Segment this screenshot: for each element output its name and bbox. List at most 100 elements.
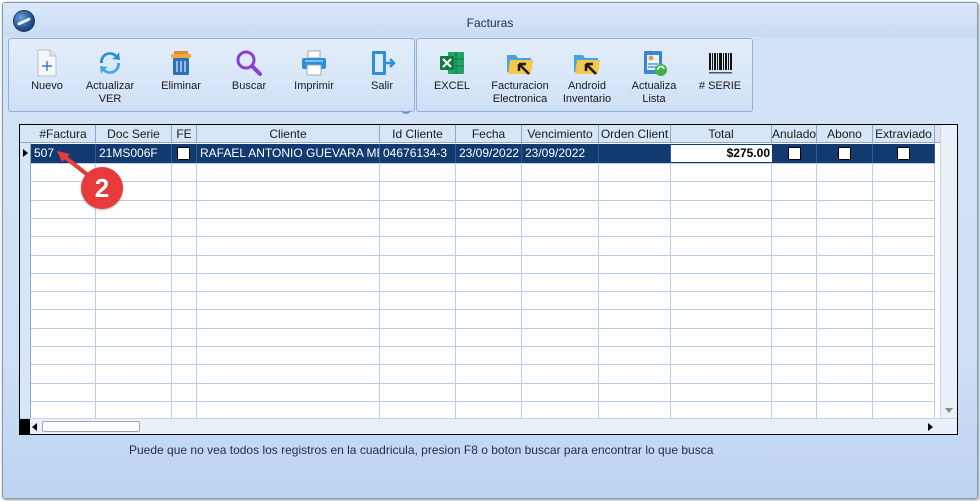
new-document-icon — [37, 49, 57, 77]
col-header-fe[interactable]: FE — [172, 125, 197, 143]
grid-row-line — [31, 236, 935, 237]
grid-row-line — [31, 309, 935, 310]
android-inventory-button[interactable]: Android Inventario — [552, 45, 622, 109]
grid-row-line — [31, 401, 935, 402]
callout-badge: 2 — [81, 167, 123, 209]
facturas-window: Facturas Nuevo Actualizar VER Eliminar B… — [2, 2, 978, 499]
toolbar-separator-mark — [401, 109, 411, 114]
folder-arrow-icon — [574, 55, 600, 75]
new-label: Nuevo — [31, 80, 63, 92]
print-button[interactable]: Imprimir — [279, 45, 349, 109]
grid-column-line — [872, 143, 873, 419]
col-header-id-cliente[interactable]: Id Cliente — [380, 125, 456, 143]
grid-header: #Factura Doc Serie FE Cliente Id Cliente… — [20, 125, 957, 143]
grid-row-line — [31, 181, 935, 182]
fe-checkbox[interactable] — [177, 147, 190, 160]
serial-button[interactable]: # SERIE — [685, 45, 755, 109]
grid-row-line — [31, 364, 935, 365]
grid-row-line — [31, 200, 935, 201]
scroll-right-icon[interactable] — [928, 423, 933, 431]
hint-text: Puede que no vea todos los registros en … — [129, 443, 714, 457]
search-label: Buscar — [231, 80, 267, 92]
scroll-down-icon[interactable] — [945, 408, 953, 413]
delete-label: Eliminar — [161, 80, 201, 92]
cell-anulado[interactable] — [772, 144, 817, 163]
refresh-icon — [99, 52, 121, 74]
cell-orden-cliente[interactable] — [599, 144, 671, 163]
cell-abono[interactable] — [817, 144, 873, 163]
excel-icon — [440, 52, 464, 74]
col-header-doc-serie[interactable]: Doc Serie — [96, 125, 172, 143]
refresh-button[interactable]: Actualizar VER — [75, 45, 145, 109]
cell-fe[interactable] — [172, 144, 197, 163]
search-button[interactable]: Buscar — [214, 45, 284, 109]
excel-label: EXCEL — [433, 80, 471, 92]
cell-fecha[interactable]: 23/09/2022 — [456, 144, 522, 163]
serial-label: # SERIE — [698, 80, 742, 92]
update-list-button[interactable]: Actualiza Lista — [619, 45, 689, 109]
exit-icon — [372, 51, 396, 75]
row-indicator-column — [20, 125, 31, 434]
main-toolbar: Nuevo Actualizar VER Eliminar Buscar Imp… — [8, 38, 415, 112]
grid-column-line — [598, 143, 599, 419]
folder-arrow-icon — [507, 55, 533, 75]
grid-column-line — [196, 143, 197, 419]
current-row-marker-icon — [23, 149, 28, 157]
grid-row-line — [31, 255, 935, 256]
android-inventory-label: Android Inventario — [562, 80, 612, 105]
grid-column-line — [455, 143, 456, 419]
delete-button[interactable]: Eliminar — [146, 45, 216, 109]
col-header-extraviado[interactable]: Extraviado — [873, 125, 935, 143]
window-title: Facturas — [466, 16, 514, 30]
update-list-label: Actualiza Lista — [631, 80, 677, 105]
col-header-abono[interactable]: Abono — [817, 125, 873, 143]
cell-doc-serie[interactable]: 21MS006F — [96, 144, 172, 163]
e-invoice-label: Facturacion Electronica — [491, 80, 549, 105]
grid-column-line — [934, 143, 935, 419]
table-row[interactable]: 507 21MS006F RAFAEL ANTONIO GUEVARA ME 0… — [31, 144, 935, 163]
extra-toolbar: EXCEL Facturacion Electronica Android In… — [416, 38, 753, 112]
grid-column-line — [379, 143, 380, 419]
col-header-vencimiento[interactable]: Vencimiento — [522, 125, 599, 143]
grid-row-line — [31, 346, 935, 347]
horizontal-scrollbar[interactable] — [20, 418, 957, 434]
grid-row-line — [31, 218, 935, 219]
cell-id-cliente[interactable]: 04676134-3 — [380, 144, 456, 163]
barcode-icon — [709, 53, 732, 74]
col-header-fecha[interactable]: Fecha — [456, 125, 522, 143]
exit-label: Salir — [370, 80, 393, 92]
grid-column-line — [816, 143, 817, 419]
e-invoice-button[interactable]: Facturacion Electronica — [485, 45, 555, 109]
col-header-orden-cliente[interactable]: Orden Client — [599, 125, 671, 143]
search-icon — [236, 50, 262, 76]
cell-vencimiento[interactable]: 23/09/2022 — [522, 144, 599, 163]
grid-column-line — [521, 143, 522, 419]
cell-total[interactable]: $275.00 — [671, 145, 772, 162]
anulado-checkbox[interactable] — [788, 147, 801, 160]
cell-extraviado[interactable] — [873, 144, 935, 163]
list-refresh-icon — [644, 51, 667, 76]
invoices-grid[interactable]: #Factura Doc Serie FE Cliente Id Cliente… — [19, 124, 958, 435]
refresh-label: Actualizar VER — [85, 80, 135, 105]
new-button[interactable]: Nuevo — [12, 45, 82, 109]
col-header-cliente[interactable]: Cliente — [197, 125, 380, 143]
scrollbar-corner — [20, 419, 30, 434]
cell-cliente[interactable]: RAFAEL ANTONIO GUEVARA ME — [197, 144, 380, 163]
grid-column-line — [771, 143, 772, 419]
exit-button[interactable]: Salir — [347, 45, 417, 109]
excel-button[interactable]: EXCEL — [417, 45, 487, 109]
vertical-scrollbar[interactable] — [940, 125, 957, 419]
col-header-factura[interactable]: #Factura — [31, 125, 96, 143]
grid-row-line — [31, 328, 935, 329]
grid-row-line — [31, 273, 935, 274]
grid-row-line — [31, 163, 935, 164]
col-header-anulado[interactable]: Anulado — [772, 125, 817, 143]
scroll-left-icon[interactable] — [32, 423, 37, 431]
grid-row-line — [31, 383, 935, 384]
printer-icon — [302, 50, 326, 76]
abono-checkbox[interactable] — [838, 147, 851, 160]
trash-icon — [171, 51, 191, 75]
horizontal-scroll-thumb[interactable] — [42, 421, 140, 432]
col-header-total[interactable]: Total — [671, 125, 772, 143]
extraviado-checkbox[interactable] — [897, 147, 910, 160]
